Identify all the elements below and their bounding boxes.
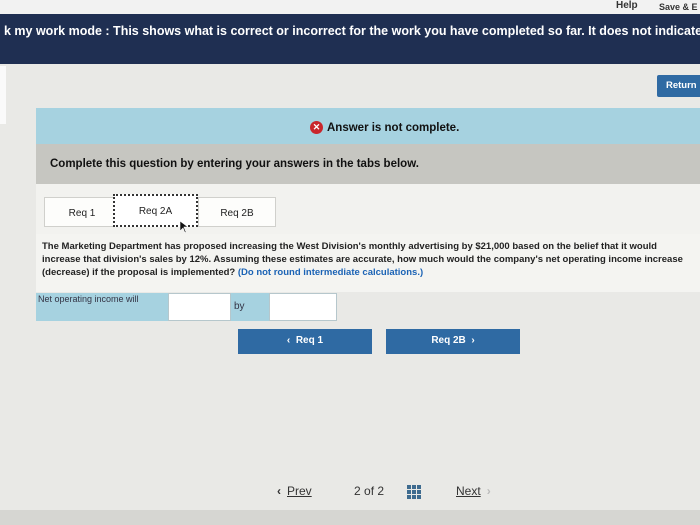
- help-link[interactable]: Help: [616, 0, 638, 11]
- amount-input[interactable]: [269, 293, 337, 321]
- pager-next-label: Next: [456, 484, 481, 498]
- next-req-label: Req 2B: [431, 335, 466, 346]
- by-label: by: [231, 293, 269, 321]
- error-x-icon: ✕: [310, 121, 323, 134]
- page-total: 2: [377, 484, 385, 498]
- footer-bar: [0, 510, 700, 525]
- direction-dropdown[interactable]: [168, 293, 231, 321]
- answer-status: ✕ Answer is not complete.: [310, 121, 459, 134]
- chevron-left-icon: ‹: [286, 335, 291, 346]
- prev-req-button[interactable]: ‹ Req 1: [238, 329, 372, 354]
- pager-prev-button[interactable]: ‹ Prev: [277, 484, 312, 498]
- banner-text: k my work mode : This shows what is corr…: [4, 24, 700, 38]
- save-exit-link[interactable]: Save & E: [659, 2, 698, 12]
- question-box: The Marketing Department has proposed in…: [36, 234, 700, 292]
- answer-row: Net operating income will by: [36, 293, 337, 321]
- check-work-mode-banner: k my work mode : This shows what is corr…: [0, 14, 700, 64]
- next-req-button[interactable]: Req 2B ›: [386, 329, 520, 354]
- tab-req-2b[interactable]: Req 2B: [198, 197, 276, 227]
- pager-prev-label: Prev: [287, 484, 312, 498]
- page-of: of: [364, 484, 375, 498]
- chevron-left-icon: ‹: [277, 484, 281, 498]
- mouse-cursor-icon: [180, 221, 188, 233]
- tab-req-1[interactable]: Req 1: [44, 197, 120, 227]
- question-grid-icon[interactable]: [407, 485, 421, 499]
- net-operating-income-label: Net operating income will: [36, 293, 168, 321]
- answer-status-bar: ✕ Answer is not complete.: [36, 108, 700, 144]
- instruction-bar: Complete this question by entering your …: [36, 144, 700, 184]
- instruction-text: Complete this question by entering your …: [50, 158, 419, 170]
- tab-strip: Req 1 Req 2B Req 2A: [36, 184, 700, 234]
- prev-req-label: Req 1: [295, 335, 324, 346]
- return-button[interactable]: Return: [657, 75, 700, 97]
- question-note: (Do not round intermediate calculations.…: [237, 267, 424, 278]
- chevron-right-icon: ›: [471, 335, 475, 346]
- page-current: 2: [354, 484, 361, 498]
- answer-status-text: Answer is not complete.: [327, 121, 460, 134]
- page-counter: 2 of 2: [354, 484, 384, 498]
- left-panel-stub: [0, 66, 6, 124]
- pager-next-button[interactable]: Next ›: [456, 484, 491, 498]
- top-bar: Help Save & E: [0, 0, 700, 14]
- chevron-right-icon: ›: [486, 484, 491, 498]
